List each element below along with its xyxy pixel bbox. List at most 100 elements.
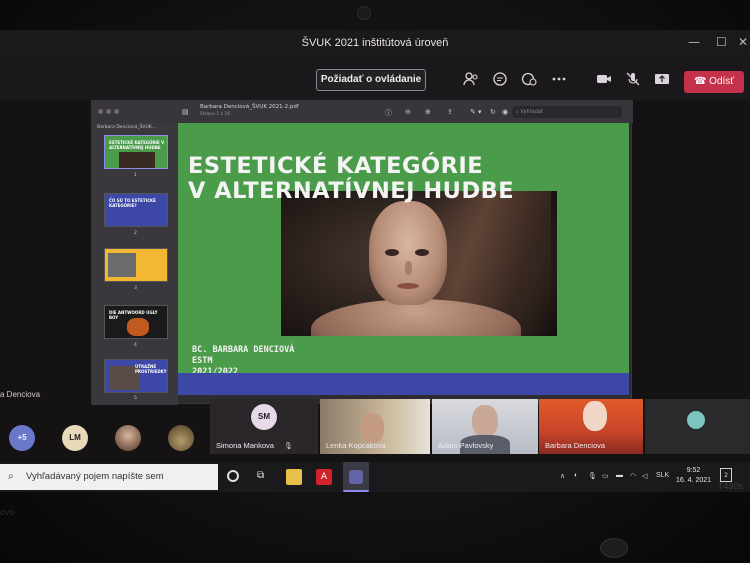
shared-pdf-window: ▤ Barbara Denciová_ŠVUK 2021-2.pdf Stran… (91, 100, 633, 405)
thumbnail-4[interactable]: DIE ANTWOORD UGLY BOY (104, 305, 168, 339)
thumbnail-3[interactable] (104, 248, 168, 282)
language-indicator[interactable]: SLK (656, 472, 669, 479)
thumbnail-text: ÚTRAŽNÉ PROSTRIEDKY (135, 364, 167, 374)
window-title: ŠVUK 2021 inštitútová úroveň (301, 37, 449, 49)
people-icon[interactable] (462, 72, 480, 88)
thumbnail-photo (108, 253, 136, 277)
participant-avatar[interactable]: LM (62, 425, 88, 451)
thumbnail-5[interactable]: ÚTRAŽNÉ PROSTRIEDKY (104, 359, 168, 393)
participant-name: Lenka Kopcakova (326, 441, 386, 450)
teams-logo (349, 470, 363, 484)
markup-pen-icon[interactable]: ✎ (470, 108, 476, 116)
device-brand: T490s (718, 481, 744, 491)
tray-app-icon[interactable]: ◐ (574, 472, 578, 479)
thumbnail-number: 3 (134, 286, 137, 291)
taskbar-search-placeholder: Vyhľadávaný pojem napíšte sem (26, 471, 164, 482)
taskbar-search-input[interactable]: ⌕ Vyhľadávaný pojem napíšte sem (0, 464, 218, 490)
participant-avatar-photo[interactable] (168, 425, 194, 451)
photo-mouth (397, 283, 419, 289)
pdf-toolbar: ▤ Barbara Denciová_ŠVUK 2021-2.pdf Stran… (92, 101, 633, 123)
share-icon[interactable]: ⇪ (447, 108, 453, 116)
slide-author: BC. BARBARA DENCIOVÁ (192, 345, 295, 355)
meeting-toolbar: Požiadať o ovládanie ☎ Odísť (0, 58, 750, 100)
close-button[interactable]: ✕ (738, 35, 748, 49)
laptop-hinge (600, 538, 628, 558)
participant-avatar: SM (251, 404, 277, 430)
clock-date: 16. 4. 2021 (676, 477, 712, 484)
participant-avatar-photo[interactable] (115, 425, 141, 451)
share-icon[interactable] (653, 72, 671, 88)
notifications-icon[interactable]: 2 (720, 468, 732, 482)
wifi-icon[interactable]: ◠ (630, 472, 636, 480)
chat-icon[interactable] (491, 72, 509, 88)
pdf-search-input[interactable]: ⌕ Vyhľadať (512, 106, 622, 118)
mic-off-icon[interactable] (624, 72, 642, 88)
thumbnail-sidebar: Barbara Denciová_ŠVUK... ESTETICKÉ KATEG… (92, 123, 178, 405)
annotate-icon[interactable]: ◉ (502, 108, 508, 116)
thumbnail-number: 2 (134, 231, 137, 236)
window-zoom-dot[interactable] (114, 109, 119, 114)
self-avatar (687, 411, 705, 429)
pdf-page-info: Strana 1 z 16 (200, 112, 231, 117)
participant-tile[interactable]: Adam Pavlovsky (432, 399, 538, 454)
info-icon[interactable]: ⓘ (385, 108, 392, 118)
zoom-in-icon[interactable]: ⊕ (425, 108, 431, 116)
task-view-icon[interactable]: ⧉ (257, 470, 264, 481)
acrobat-icon[interactable]: A (316, 469, 332, 485)
search-icon: ⌕ (8, 471, 14, 482)
zoom-out-icon[interactable]: ⊖ (405, 108, 411, 116)
thumbnail-text: ESTETICKÉ KATEGÓRIE V ALTERNATÍVNEJ HUDB… (109, 140, 165, 150)
photo-face (369, 201, 447, 305)
sidebar-toggle-icon[interactable]: ▤ (182, 108, 189, 116)
more-icon[interactable] (550, 72, 568, 88)
device-brand-left: ovo (0, 507, 15, 517)
volume-icon[interactable]: ◁ (642, 472, 647, 480)
participant-name: Adam Pavlovsky (438, 441, 494, 450)
rotate-icon[interactable]: ↻ (490, 108, 496, 116)
participant-tile[interactable]: SM Simona Mankova 🎙︎ (210, 399, 318, 454)
clock-time: 9:52 (686, 467, 701, 474)
participant-video-face (472, 405, 498, 437)
slide-program: ESTM (192, 356, 213, 366)
tray-usb-icon[interactable]: ▭ (602, 472, 609, 480)
phone-icon: ☎ (693, 76, 710, 87)
reactions-icon[interactable] (520, 72, 538, 88)
participant-tile[interactable]: Lenka Kopcakova (320, 399, 430, 454)
participant-tile[interactable]: Barbara Denciova (539, 399, 643, 454)
window-close-dot[interactable] (98, 109, 103, 114)
pdf-filename: Barbara Denciová_ŠVUK 2021-2.pdf (200, 104, 299, 110)
thumbnail-2[interactable]: ČO SÚ TO ESTETICKÉ KATEGÓRIE? (104, 193, 168, 227)
camera-off-icon[interactable] (595, 72, 613, 88)
tray-chevron-up-icon[interactable]: ∧ (560, 472, 565, 480)
overflow-participants-button[interactable]: +5 (9, 425, 35, 451)
self-video-tile[interactable] (645, 399, 750, 454)
screen: ŠVUK 2021 inštitútová úroveň — ☐ ✕ Požia… (0, 30, 750, 492)
thumbnail-number: 4 (134, 343, 137, 348)
leave-button[interactable]: ☎ Odísť (684, 71, 744, 93)
teams-icon[interactable] (343, 462, 369, 492)
cortana-icon[interactable] (227, 470, 239, 482)
photo-nose (405, 261, 412, 275)
battery-icon[interactable]: ▬ (616, 472, 623, 479)
window-minimize-dot[interactable] (106, 109, 111, 114)
pdf-search-placeholder: Vyhľadať (520, 109, 543, 115)
tray-mic-icon[interactable]: 🎙︎ (588, 472, 597, 480)
slide-photo (281, 191, 557, 336)
thumbnail-number: 5 (134, 396, 137, 401)
thumbnail-1[interactable]: ESTETICKÉ KATEGÓRIE V ALTERNATÍVNEJ HUDB… (104, 135, 168, 169)
slide-1: ESTETICKÉ KATEGÓRIE V ALTERNATÍVNEJ HUDB… (178, 123, 629, 377)
file-explorer-icon[interactable] (286, 469, 302, 485)
mic-off-icon: 🎙︎ (284, 442, 293, 450)
slide-title-line-2: V ALTERNATÍVNEJ HUDBE (188, 178, 515, 204)
leave-label: Odísť (709, 76, 735, 87)
chevron-down-icon[interactable]: ▾ (478, 108, 482, 116)
thumbnail-photo (119, 152, 155, 168)
maximize-button[interactable]: ☐ (716, 35, 727, 49)
request-control-button[interactable]: Požiadať o ovládanie (316, 69, 426, 91)
minimize-button[interactable]: — (688, 35, 700, 49)
slide-footer-band (178, 373, 629, 395)
participant-video-face (360, 413, 384, 443)
photo-eye (415, 249, 429, 256)
windows-taskbar: ⌕ Vyhľadávaný pojem napíšte sem ⧉ A ∧ ◐ … (0, 462, 750, 492)
taskbar-clock[interactable]: 9:52 16. 4. 2021 (676, 466, 711, 486)
